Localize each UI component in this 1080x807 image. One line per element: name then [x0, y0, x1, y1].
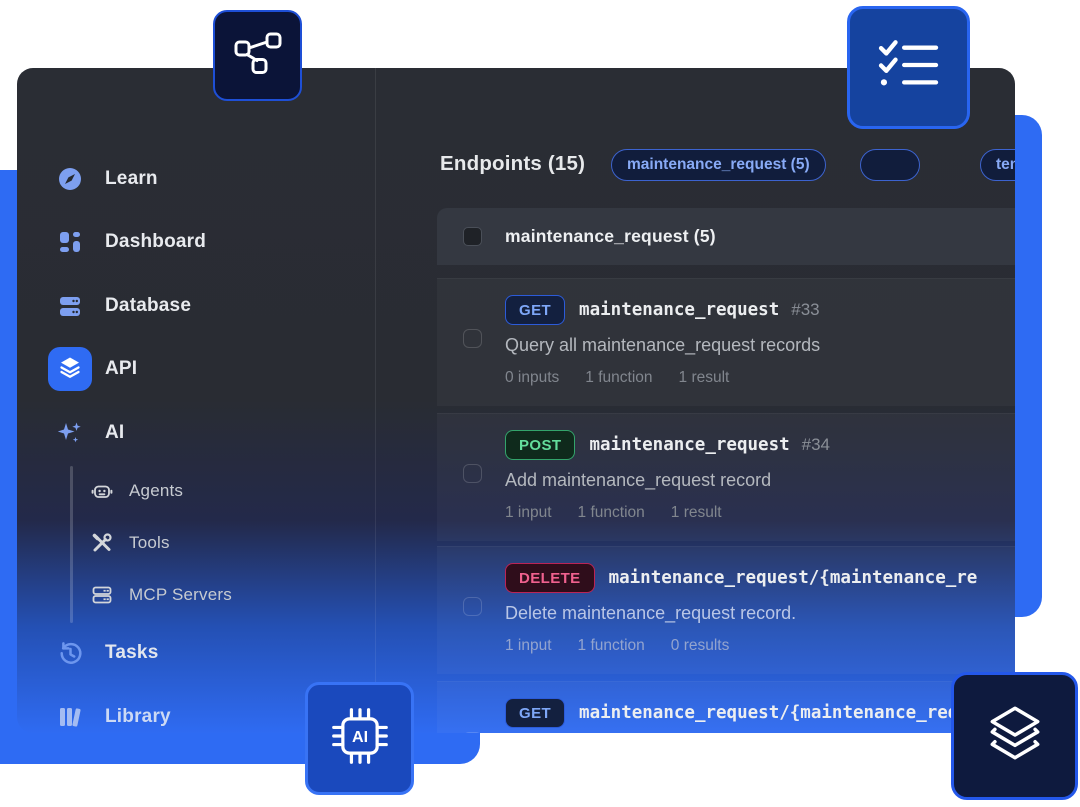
meta-functions: 1 function	[578, 504, 645, 522]
sidebar-item-label: Learn	[105, 168, 158, 190]
filter-tag-label: tena	[996, 156, 1015, 174]
sidebar-item-label: Agents	[129, 481, 183, 501]
endpoint-path: maintenance_request/{maintenance_requ	[579, 703, 969, 723]
group-label: maintenance_request (5)	[505, 226, 716, 247]
meta-functions: 1 function	[585, 369, 652, 387]
books-icon	[57, 704, 83, 730]
endpoint-description: Query all maintenance_request records	[505, 335, 820, 356]
layers-stack-icon	[982, 701, 1048, 772]
database-icon	[57, 293, 83, 319]
meta-results: 0 results	[671, 637, 730, 655]
robot-icon	[90, 479, 114, 503]
endpoint-row[interactable]: GET maintenance_request #33 Query all ma…	[437, 278, 1015, 406]
history-icon	[57, 640, 83, 666]
meta-functions: 1 function	[578, 637, 645, 655]
compass-icon	[57, 166, 83, 192]
checklist-tile[interactable]	[847, 6, 970, 129]
row-checkbox[interactable]	[463, 597, 482, 616]
row-checkbox[interactable]	[463, 329, 482, 348]
flowchart-icon	[234, 31, 282, 81]
filter-tag-partial[interactable]	[860, 149, 920, 181]
dashboard-grid-icon	[57, 229, 83, 255]
endpoint-path: maintenance_request	[589, 435, 789, 455]
meta-results: 1 result	[679, 369, 730, 387]
sidebar-item-label: API	[105, 358, 137, 380]
app-window: Learn Dashboard Database	[17, 68, 1015, 733]
sidebar: Learn Dashboard Database	[17, 68, 375, 733]
server-stack-icon	[90, 583, 114, 607]
meta-inputs: 0 inputs	[505, 369, 559, 387]
endpoint-row[interactable]: GET maintenance_request/{maintenance_req…	[437, 681, 1015, 733]
method-badge-get: GET	[505, 698, 565, 728]
layers-icon	[57, 354, 83, 385]
row-checkbox[interactable]	[463, 464, 482, 483]
sidebar-item-label: AI	[105, 422, 124, 444]
flowchart-tile[interactable]	[213, 10, 302, 101]
sidebar-item-api[interactable]: API	[17, 349, 357, 389]
method-badge-delete: DELETE	[505, 563, 595, 593]
sidebar-item-dashboard[interactable]: Dashboard	[17, 222, 357, 262]
method-badge-get: GET	[505, 295, 565, 325]
sidebar-item-label: Dashboard	[105, 231, 206, 253]
endpoints-title: Endpoints (15)	[440, 152, 585, 176]
meta-inputs: 1 input	[505, 504, 552, 522]
sidebar-item-ai[interactable]: AI	[17, 413, 357, 453]
sidebar-item-label: MCP Servers	[129, 585, 232, 605]
sidebar-item-mcp-servers[interactable]: MCP Servers	[17, 575, 357, 615]
endpoint-meta: 1 input 1 function 0 results	[505, 637, 729, 655]
checklist-icon	[878, 38, 940, 97]
svg-text:AI: AI	[351, 728, 367, 746]
ai-chip-tile[interactable]: AI	[305, 682, 414, 795]
sidebar-item-agents[interactable]: Agents	[17, 471, 357, 511]
sidebar-item-label: Database	[105, 295, 191, 317]
ai-chip-icon: AI	[330, 706, 390, 771]
api-active-background	[48, 347, 92, 391]
layers-stack-tile[interactable]	[951, 672, 1078, 800]
sidebar-item-label: Library	[105, 706, 171, 728]
endpoint-description: Delete maintenance_request record.	[505, 603, 796, 624]
sidebar-item-label: Tools	[129, 533, 170, 553]
filter-tag-maintenance-request[interactable]: maintenance_request (5)	[611, 149, 826, 181]
endpoint-path: maintenance_request/{maintenance_re	[609, 568, 978, 588]
tools-icon	[90, 531, 114, 555]
meta-results: 1 result	[671, 504, 722, 522]
sparkles-icon	[57, 420, 83, 446]
endpoint-meta: 0 inputs 1 function 1 result	[505, 369, 729, 387]
sidebar-item-learn[interactable]: Learn	[17, 159, 357, 199]
meta-inputs: 1 input	[505, 637, 552, 655]
sidebar-item-tasks[interactable]: Tasks	[17, 633, 357, 673]
sidebar-item-database[interactable]: Database	[17, 286, 357, 326]
endpoint-row[interactable]: POST maintenance_request #34 Add mainten…	[437, 413, 1015, 541]
sidebar-item-tools[interactable]: Tools	[17, 523, 357, 563]
filter-tag-tenant[interactable]: tena	[980, 149, 1015, 181]
endpoint-id: #33	[791, 300, 819, 320]
sidebar-divider	[375, 68, 376, 733]
endpoint-row[interactable]: DELETE maintenance_request/{maintenance_…	[437, 546, 1015, 674]
endpoint-description: Add maintenance_request record	[505, 470, 771, 491]
filter-tag-label: maintenance_request (5)	[627, 156, 810, 174]
group-checkbox[interactable]	[463, 227, 482, 246]
row-checkbox[interactable]	[463, 732, 482, 733]
endpoint-path: maintenance_request	[579, 300, 779, 320]
page: Learn Dashboard Database	[0, 0, 1080, 807]
method-badge-post: POST	[505, 430, 575, 460]
endpoint-id: #34	[802, 435, 830, 455]
sidebar-item-label: Tasks	[105, 642, 158, 664]
endpoint-meta: 1 input 1 function 1 result	[505, 504, 722, 522]
endpoint-group-header[interactable]: maintenance_request (5)	[437, 208, 1015, 265]
